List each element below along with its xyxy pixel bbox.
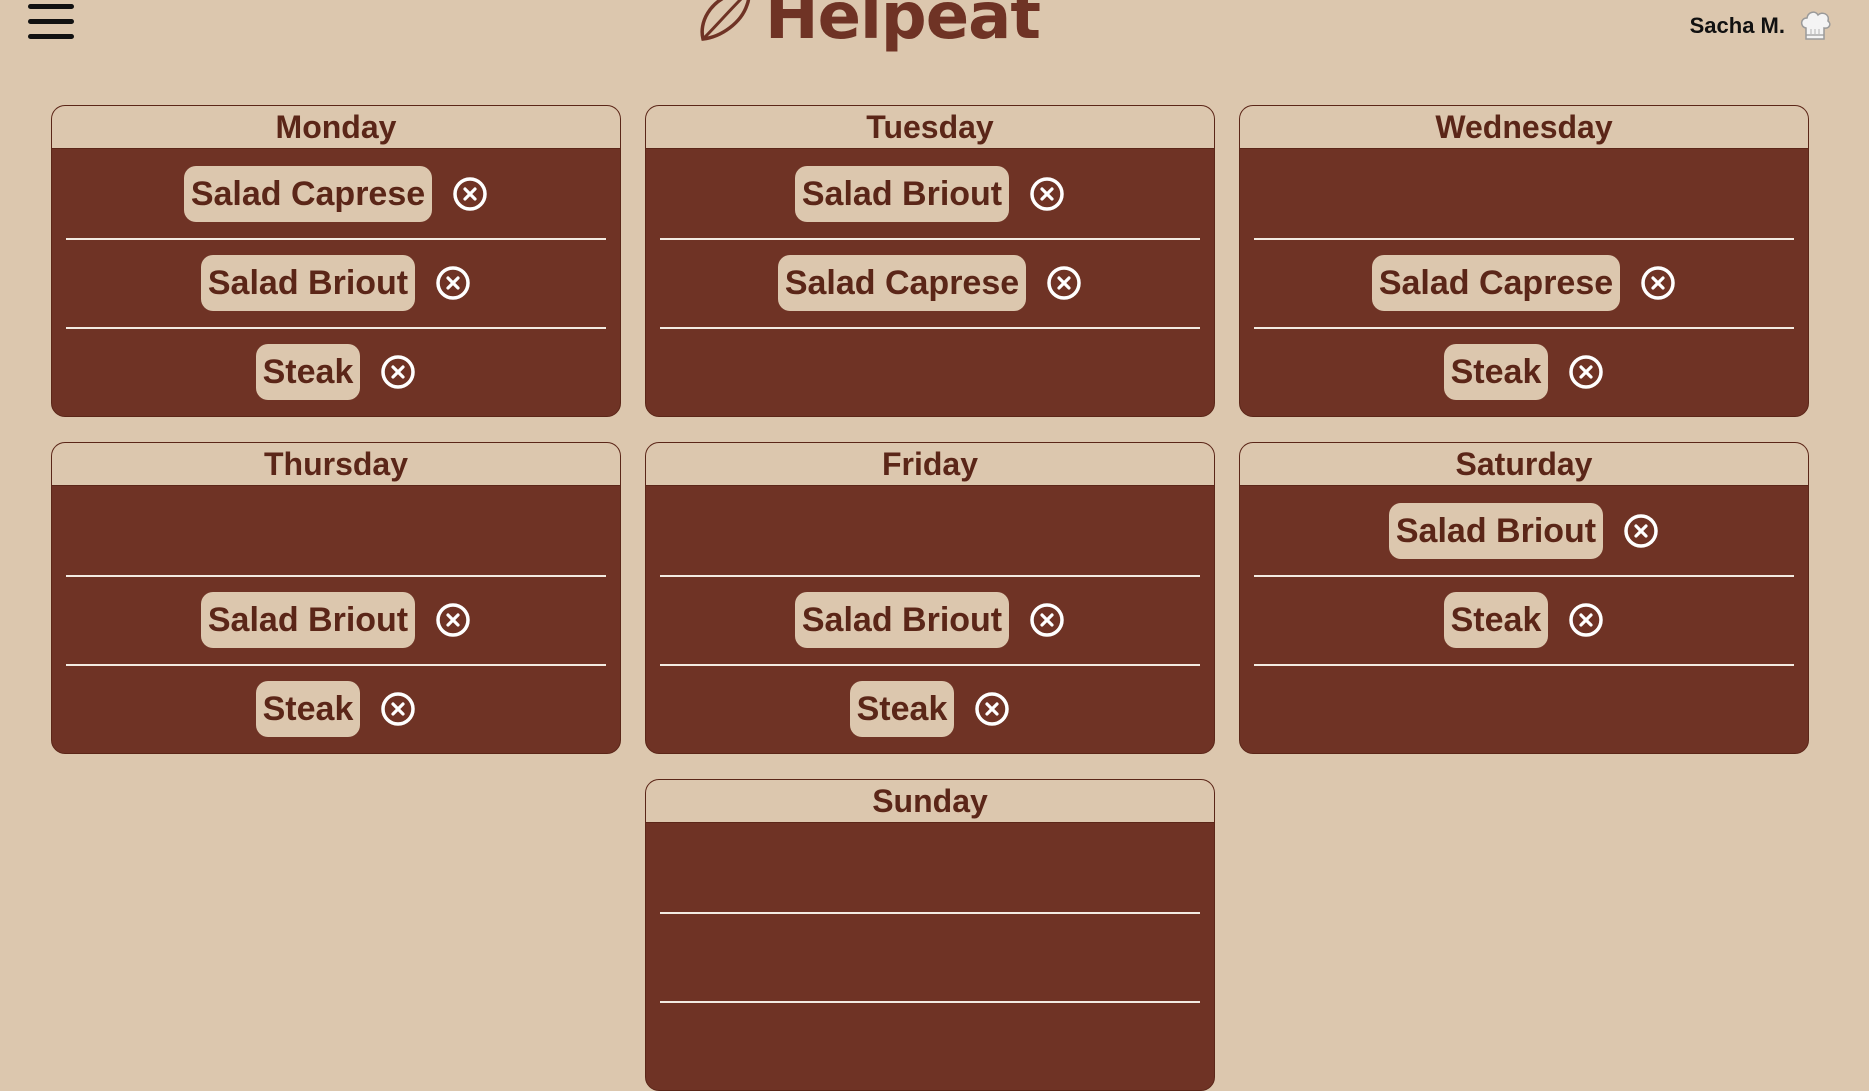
meal-slot[interactable]: Salad Briout bbox=[52, 575, 620, 664]
meal-slot[interactable] bbox=[52, 486, 620, 575]
day-title: Friday bbox=[646, 443, 1214, 486]
leaf-icon bbox=[700, 0, 751, 41]
logo-text: Helpeat bbox=[765, 0, 1041, 54]
meal-chip[interactable]: Salad Caprese bbox=[1371, 254, 1621, 311]
meal-slot[interactable] bbox=[646, 486, 1214, 575]
meal-chip[interactable]: Salad Briout bbox=[794, 591, 1010, 648]
meal-slot[interactable]: Steak bbox=[1240, 327, 1808, 416]
meal-slot[interactable]: Salad Caprese bbox=[646, 238, 1214, 327]
day-title: Saturday bbox=[1240, 443, 1808, 486]
remove-meal-icon[interactable] bbox=[380, 691, 416, 727]
day-title: Tuesday bbox=[646, 106, 1214, 149]
meal-slot[interactable]: Salad Caprese bbox=[1240, 238, 1808, 327]
meal-chip[interactable]: Steak bbox=[1443, 343, 1549, 400]
meal-chip[interactable]: Salad Briout bbox=[794, 165, 1010, 222]
remove-meal-icon[interactable] bbox=[1568, 602, 1604, 638]
meal-chip[interactable]: Steak bbox=[849, 680, 955, 737]
day-title: Wednesday bbox=[1240, 106, 1808, 149]
user-name: Sacha M. bbox=[1689, 13, 1785, 38]
meal-slot[interactable] bbox=[646, 912, 1214, 1001]
remove-meal-icon[interactable] bbox=[1640, 265, 1676, 301]
meal-chip[interactable]: Salad Caprese bbox=[777, 254, 1027, 311]
meal-chip[interactable]: Salad Briout bbox=[200, 254, 416, 311]
remove-meal-icon[interactable] bbox=[1623, 513, 1659, 549]
meal-chip[interactable]: Salad Caprese bbox=[183, 165, 433, 222]
day-card-thursday: Thursday Salad Briout Steak bbox=[51, 442, 621, 754]
meal-chip[interactable]: Steak bbox=[255, 680, 361, 737]
day-title: Sunday bbox=[646, 780, 1214, 823]
meal-slot[interactable]: Salad Briout bbox=[646, 575, 1214, 664]
meal-chip[interactable]: Steak bbox=[255, 343, 361, 400]
remove-meal-icon[interactable] bbox=[435, 265, 471, 301]
meal-slot[interactable]: Salad Briout bbox=[52, 238, 620, 327]
day-card-sunday: Sunday bbox=[645, 779, 1215, 1091]
user-menu[interactable]: Sacha M. bbox=[1690, 8, 1833, 44]
meal-slot[interactable]: Steak bbox=[52, 327, 620, 416]
remove-meal-icon[interactable] bbox=[435, 602, 471, 638]
meal-slot[interactable]: Salad Briout bbox=[1240, 486, 1808, 575]
remove-meal-icon[interactable] bbox=[380, 354, 416, 390]
logo: Helpeat bbox=[695, 0, 1041, 56]
meal-slot[interactable] bbox=[646, 327, 1214, 416]
meal-slot[interactable]: Steak bbox=[52, 664, 620, 753]
meal-slot[interactable]: Steak bbox=[646, 664, 1214, 753]
chef-hat-icon bbox=[1800, 11, 1831, 40]
meal-slot[interactable] bbox=[646, 823, 1214, 912]
meal-slot[interactable] bbox=[1240, 664, 1808, 753]
meal-slot[interactable] bbox=[646, 1001, 1214, 1090]
day-card-wednesday: Wednesday Salad Caprese Steak bbox=[1239, 105, 1809, 417]
remove-meal-icon[interactable] bbox=[1046, 265, 1082, 301]
remove-meal-icon[interactable] bbox=[1029, 176, 1065, 212]
meal-slot[interactable] bbox=[1240, 149, 1808, 238]
remove-meal-icon[interactable] bbox=[974, 691, 1010, 727]
day-title: Thursday bbox=[52, 443, 620, 486]
remove-meal-icon[interactable] bbox=[1568, 354, 1604, 390]
meal-chip[interactable]: Steak bbox=[1443, 591, 1549, 648]
meal-chip[interactable]: Salad Briout bbox=[200, 591, 416, 648]
meal-slot[interactable]: Steak bbox=[1240, 575, 1808, 664]
day-title: Monday bbox=[52, 106, 620, 149]
remove-meal-icon[interactable] bbox=[1029, 602, 1065, 638]
hamburger-menu-icon[interactable] bbox=[28, 4, 74, 42]
day-card-tuesday: Tuesday Salad Briout Salad Caprese bbox=[645, 105, 1215, 417]
meal-slot[interactable]: Salad Briout bbox=[646, 149, 1214, 238]
meal-chip[interactable]: Salad Briout bbox=[1388, 502, 1604, 559]
day-card-saturday: Saturday Salad Briout Steak bbox=[1239, 442, 1809, 754]
meal-slot[interactable]: Salad Caprese bbox=[52, 149, 620, 238]
remove-meal-icon[interactable] bbox=[452, 176, 488, 212]
day-card-friday: Friday Salad Briout Steak bbox=[645, 442, 1215, 754]
day-card-monday: Monday Salad Caprese Salad Briout Steak bbox=[51, 105, 621, 417]
